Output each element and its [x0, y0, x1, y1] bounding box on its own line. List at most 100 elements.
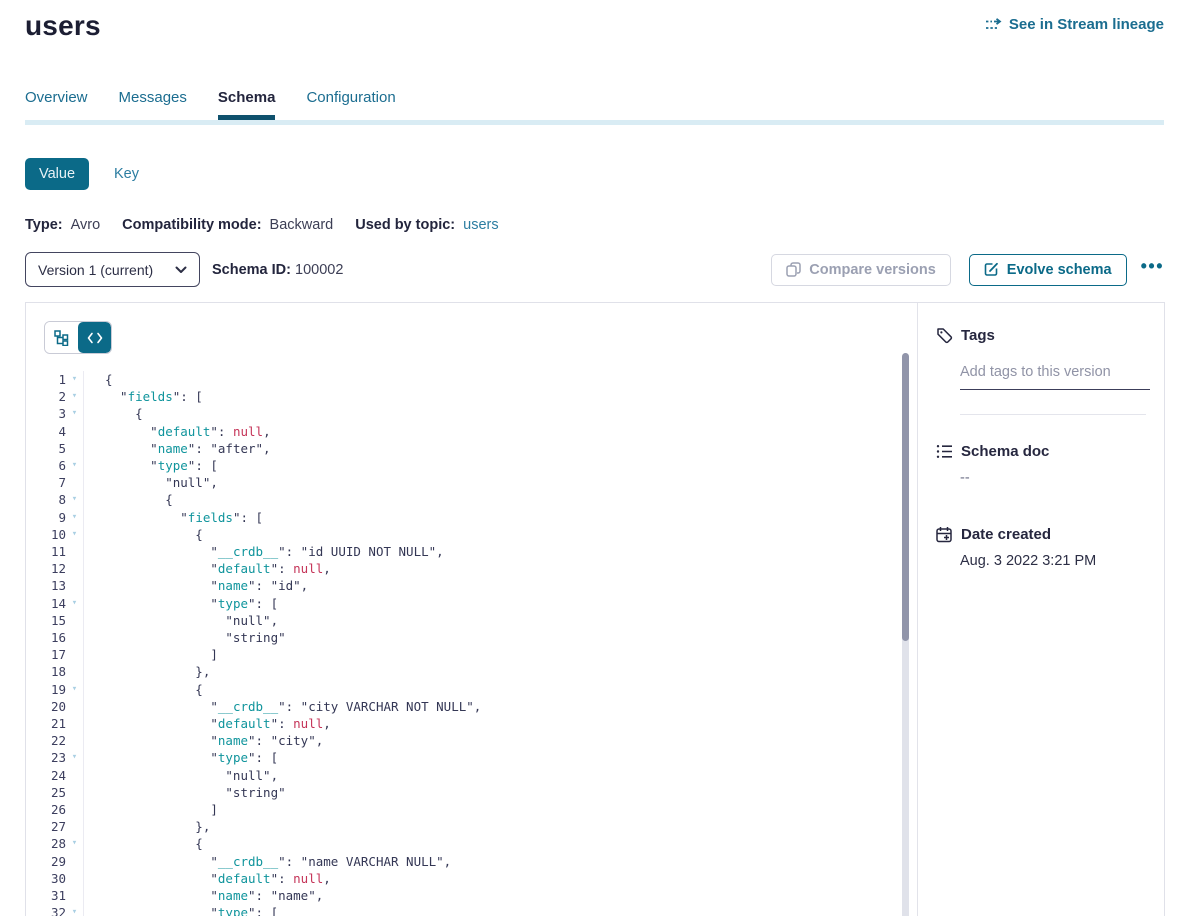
fold-toggle-icon[interactable]: ▾: [66, 491, 84, 508]
code-line: 19▾ {: [26, 681, 900, 698]
code-text: "name": "after",: [84, 440, 271, 457]
fold-toggle-icon[interactable]: ▾: [66, 405, 84, 422]
code-text: {: [84, 371, 113, 388]
fold-gutter: [66, 663, 84, 680]
schema-editor: 1▾{2▾ "fields": [3▾ {4 "default": null,5…: [26, 303, 917, 916]
tab-schema[interactable]: Schema: [218, 89, 276, 120]
code-text: "string": [84, 784, 286, 801]
line-number: 12: [26, 560, 66, 577]
fold-gutter: [66, 767, 84, 784]
add-tags-input[interactable]: [960, 364, 1150, 390]
code-line: 23▾ "type": [: [26, 749, 900, 766]
fold-gutter: [66, 784, 84, 801]
fold-gutter: [66, 646, 84, 663]
line-number: 2: [26, 388, 66, 405]
fold-gutter: [66, 560, 84, 577]
code-line: 24 "null",: [26, 767, 900, 784]
code-text: "__crdb__": "name VARCHAR NULL",: [84, 853, 451, 870]
line-number: 15: [26, 612, 66, 629]
schema-id-value: 100002: [295, 262, 343, 278]
fold-gutter: [66, 577, 84, 594]
code-text: "default": null,: [84, 423, 271, 440]
schema-meta-row: Type: Avro Compatibility mode: Backward …: [25, 217, 1164, 233]
code-text: {: [84, 405, 143, 422]
editor-scrollbar-track[interactable]: [902, 353, 909, 916]
tags-section-heading: Tags: [936, 327, 1150, 344]
line-number: 6: [26, 457, 66, 474]
schema-doc-heading-label: Schema doc: [961, 443, 1049, 460]
line-number: 5: [26, 440, 66, 457]
code-text: "fields": [: [84, 509, 263, 526]
fold-toggle-icon[interactable]: ▾: [66, 595, 84, 612]
code-line: 30 "default": null,: [26, 870, 900, 887]
tree-view-button[interactable]: [45, 322, 78, 353]
evolve-schema-label: Evolve schema: [1007, 262, 1112, 278]
edit-icon: [984, 262, 999, 277]
code-text: "null",: [84, 612, 278, 629]
compare-versions-button[interactable]: Compare versions: [771, 254, 951, 286]
value-toggle-button[interactable]: Value: [25, 158, 89, 190]
code-line: 25 "string": [26, 784, 900, 801]
fold-toggle-icon[interactable]: ▾: [66, 749, 84, 766]
editor-scrollbar-thumb[interactable]: [902, 353, 909, 641]
tag-icon: [936, 327, 953, 344]
tab-messages[interactable]: Messages: [119, 89, 187, 120]
chevron-down-icon: [175, 266, 187, 274]
line-number: 25: [26, 784, 66, 801]
topic-link[interactable]: users: [463, 217, 498, 233]
fold-gutter: [66, 887, 84, 904]
line-number: 1: [26, 371, 66, 388]
fold-toggle-icon[interactable]: ▾: [66, 681, 84, 698]
evolve-schema-button[interactable]: Evolve schema: [969, 254, 1127, 286]
schema-code-editor[interactable]: 1▾{2▾ "fields": [3▾ {4 "default": null,5…: [26, 371, 900, 916]
tab-configuration[interactable]: Configuration: [306, 89, 395, 120]
code-text: ]: [84, 646, 218, 663]
code-text: {: [84, 681, 203, 698]
code-text: "default": null,: [84, 560, 331, 577]
fold-gutter: [66, 612, 84, 629]
fold-toggle-icon[interactable]: ▾: [66, 388, 84, 405]
code-text: {: [84, 835, 203, 852]
tab-overview[interactable]: Overview: [25, 89, 88, 120]
fold-toggle-icon[interactable]: ▾: [66, 371, 84, 388]
fold-gutter: [66, 698, 84, 715]
code-view-icon: [87, 332, 103, 344]
calendar-plus-icon: [936, 526, 953, 543]
fold-toggle-icon[interactable]: ▾: [66, 457, 84, 474]
line-number: 24: [26, 767, 66, 784]
code-text: "null",: [84, 767, 278, 784]
fold-toggle-icon[interactable]: ▾: [66, 509, 84, 526]
fold-gutter: [66, 818, 84, 835]
code-line: 10▾ {: [26, 526, 900, 543]
code-text: "default": null,: [84, 870, 331, 887]
code-text: "type": [: [84, 595, 278, 612]
fold-toggle-icon[interactable]: ▾: [66, 835, 84, 852]
code-line: 29 "__crdb__": "name VARCHAR NULL",: [26, 853, 900, 870]
view-toggle: [44, 321, 112, 354]
code-line: 5 "name": "after",: [26, 440, 900, 457]
fold-toggle-icon[interactable]: ▾: [66, 904, 84, 916]
fold-gutter: [66, 543, 84, 560]
fold-gutter: [66, 801, 84, 818]
code-line: 8▾ {: [26, 491, 900, 508]
line-number: 10: [26, 526, 66, 543]
key-toggle-button[interactable]: Key: [114, 166, 139, 182]
code-line: 4 "default": null,: [26, 423, 900, 440]
tab-bar: Overview Messages Schema Configuration: [25, 89, 1164, 125]
code-text: "name": "id",: [84, 577, 308, 594]
code-view-button[interactable]: [78, 322, 111, 353]
code-line: 14▾ "type": [: [26, 595, 900, 612]
version-select[interactable]: Version 1 (current): [25, 252, 200, 287]
fold-toggle-icon[interactable]: ▾: [66, 526, 84, 543]
code-text: "type": [: [84, 457, 218, 474]
line-number: 26: [26, 801, 66, 818]
stream-lineage-link[interactable]: See in Stream lineage: [985, 16, 1164, 33]
line-number: 32: [26, 904, 66, 916]
line-number: 9: [26, 509, 66, 526]
line-number: 31: [26, 887, 66, 904]
code-line: 32▾ "type": [: [26, 904, 900, 916]
code-text: "__crdb__": "city VARCHAR NOT NULL",: [84, 698, 481, 715]
line-number: 3: [26, 405, 66, 422]
line-number: 27: [26, 818, 66, 835]
more-actions-button[interactable]: •••: [1141, 261, 1164, 279]
